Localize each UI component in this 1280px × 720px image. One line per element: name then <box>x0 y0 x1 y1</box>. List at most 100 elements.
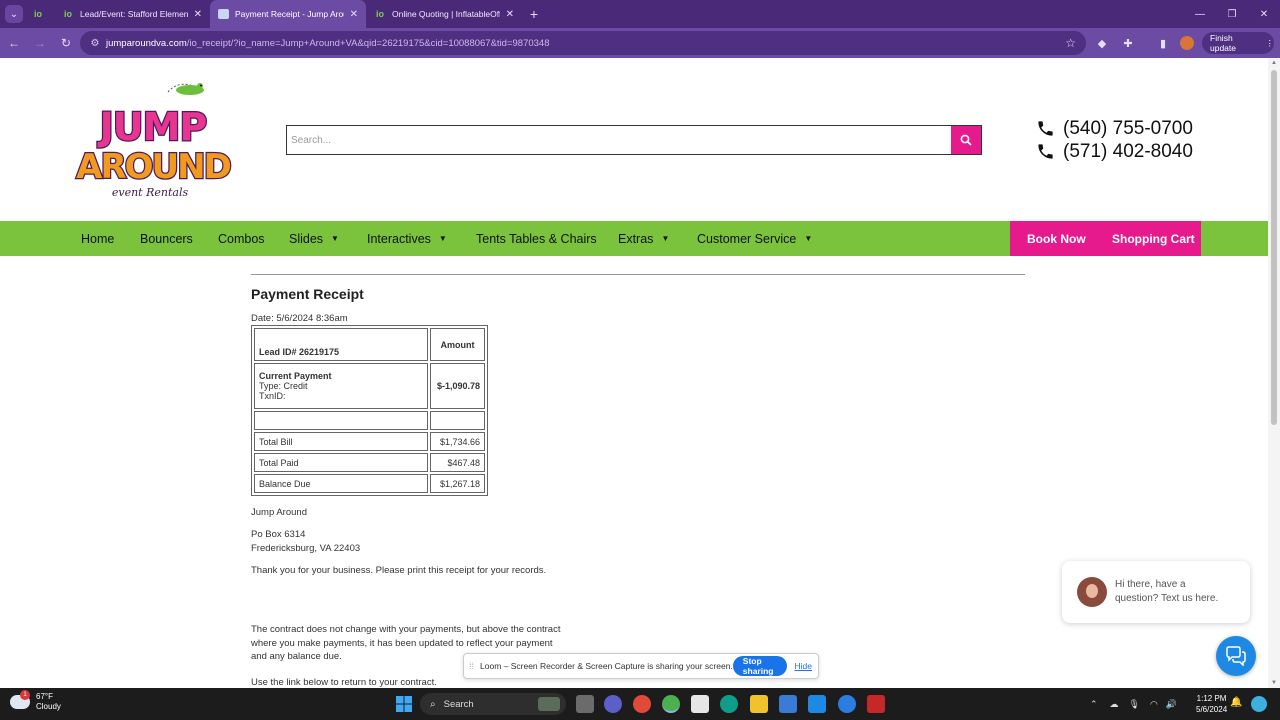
store-icon[interactable] <box>779 695 797 713</box>
snipping-tool-icon[interactable] <box>691 695 709 713</box>
chrome-active-icon[interactable] <box>662 695 680 713</box>
restore-icon[interactable]: ❐ <box>1216 0 1248 28</box>
notification-badge: 1 <box>20 690 30 700</box>
teams-icon[interactable] <box>604 695 622 713</box>
taskbar-search-label: Search <box>443 698 474 710</box>
page-scrollbar[interactable]: ▲ ▼ <box>1268 58 1280 688</box>
logo-tagline: event Rentals <box>112 186 189 199</box>
chat-prompt-bubble[interactable]: Hi there, have a question? Text us here. <box>1062 561 1250 623</box>
weather-widget[interactable]: 1 67°F Cloudy <box>10 690 61 712</box>
task-view-icon[interactable] <box>576 695 594 713</box>
tab-lead-event[interactable]: io Lead/Event: Stafford Elementary ✕ <box>54 0 210 28</box>
onedrive-icon[interactable]: ☁ <box>1110 699 1119 710</box>
phone-numbers: (540) 755-0700 (571) 402-8040 <box>1036 117 1193 163</box>
phone-icon <box>1038 121 1053 136</box>
scrollbar-thumb[interactable] <box>1271 70 1277 425</box>
profile-avatar[interactable] <box>1177 33 1197 53</box>
url-host: jumparoundva.com <box>106 37 187 49</box>
new-tab-button[interactable]: + <box>522 0 546 28</box>
main-navigation: Home Bouncers Combos Slides ▼ Interactive… <box>0 221 1268 256</box>
system-tray: ⌃ ☁ 🎙 ◠ 🔊 <box>1090 688 1177 720</box>
file-explorer-icon[interactable] <box>750 695 768 713</box>
table-row: Balance Due $1,267.18 <box>254 474 485 493</box>
hide-link[interactable]: Hide <box>795 661 812 671</box>
forward-icon[interactable]: → <box>28 31 52 55</box>
reload-icon[interactable]: ↻ <box>54 31 78 55</box>
nav-combos[interactable]: Combos <box>218 221 265 256</box>
microphone-icon[interactable]: 🎙 <box>1129 699 1140 710</box>
back-icon[interactable]: ← <box>2 31 26 55</box>
phone-line-1[interactable]: (540) 755-0700 <box>1036 117 1193 140</box>
pinned-tab[interactable]: io <box>28 0 54 28</box>
extension-icon[interactable]: ◆ <box>1092 33 1112 53</box>
app-icon[interactable] <box>808 695 826 713</box>
address-line-2: Fredericksburg, VA 22403 <box>251 543 361 554</box>
help-icon[interactable] <box>838 695 856 713</box>
nav-home[interactable]: Home <box>81 221 114 256</box>
current-payment-cell: Current Payment Type: Credit TxnID: <box>254 363 428 409</box>
jump-around-logo[interactable]: JUMP AROUND event Rentals <box>72 80 234 202</box>
nav-extras[interactable]: Extras ▼ <box>618 221 669 256</box>
copilot-icon[interactable] <box>1251 696 1267 712</box>
site-search-input[interactable] <box>287 126 951 154</box>
clock-time: 1:12 PM <box>1196 694 1227 703</box>
nav-tents[interactable]: Tents Tables & Chairs <box>476 221 597 256</box>
bookmark-star-icon[interactable]: ☆ <box>1065 36 1076 50</box>
chat-prompt-text: Hi there, have a question? Text us here. <box>1115 578 1218 606</box>
close-icon[interactable]: ✕ <box>506 9 514 20</box>
site-search-button[interactable] <box>951 126 981 154</box>
nav-customer-service[interactable]: Customer Service ▼ <box>697 221 812 256</box>
total-paid-label: Total Paid <box>254 453 428 472</box>
close-icon[interactable]: ✕ <box>350 9 358 20</box>
chevron-up-icon[interactable]: ⌃ <box>1090 699 1098 710</box>
nav-interactives[interactable]: Interactives ▼ <box>367 221 447 256</box>
system-clock[interactable]: 1:12 PM 5/6/2024 <box>1196 693 1227 715</box>
nav-bouncers[interactable]: Bouncers <box>140 221 193 256</box>
address-line-1: Po Box 6314 <box>251 529 306 540</box>
tab-search-button[interactable]: ⌄ <box>0 0 28 28</box>
logo-line2: AROUND <box>76 147 230 187</box>
nav-slides[interactable]: Slides ▼ <box>289 221 339 256</box>
phone-number: (571) 402-8040 <box>1063 140 1193 162</box>
tab-title: Payment Receipt - Jump Around <box>235 9 344 19</box>
chrome-icon[interactable] <box>633 695 651 713</box>
chat-bubbles-icon <box>1226 646 1246 666</box>
close-icon[interactable]: ✕ <box>194 9 202 20</box>
contract-note-line-1: The contract does not change with your p… <box>251 624 561 635</box>
tab-title: Lead/Event: Stafford Elementary <box>80 9 188 19</box>
minimize-icon[interactable]: — <box>1184 0 1216 28</box>
contract-note-line-2: where you make payments, it has been upd… <box>251 638 553 649</box>
puzzle-icon[interactable]: ✚ <box>1118 33 1138 53</box>
current-payment-amount: $-1,090.78 <box>430 363 485 409</box>
table-row: Total Bill $1,734.66 <box>254 432 485 451</box>
nav-label: Customer Service <box>697 231 797 246</box>
windows-start-icon[interactable] <box>396 696 412 712</box>
url-text: jumparoundva.com/io_receipt/?io_name=Jum… <box>106 38 550 49</box>
chat-open-button[interactable] <box>1216 636 1256 676</box>
edge-icon[interactable] <box>720 695 738 713</box>
notification-bell-icon[interactable]: 🔔 <box>1230 697 1242 708</box>
nav-label: Bouncers <box>140 231 193 246</box>
tab-payment-receipt[interactable]: Payment Receipt - Jump Around ✕ <box>210 0 366 28</box>
drag-handle-icon[interactable]: ⁞⁞ <box>469 661 474 671</box>
screen-sharing-bar: ⁞⁞ Loom – Screen Recorder & Screen Captu… <box>463 653 819 679</box>
mcafee-icon[interactable] <box>867 695 885 713</box>
taskbar-search[interactable]: ⌕ Search <box>420 693 566 715</box>
wifi-icon[interactable]: ◠ <box>1150 699 1158 710</box>
close-window-icon[interactable]: ✕ <box>1248 0 1280 28</box>
total-bill-label: Total Bill <box>254 432 428 451</box>
phone-line-2[interactable]: (571) 402-8040 <box>1036 140 1193 163</box>
table-row <box>254 411 485 430</box>
address-bar[interactable]: ⚙ jumparoundva.com/io_receipt/?io_name=J… <box>80 31 1086 55</box>
volume-icon[interactable]: 🔊 <box>1166 699 1177 710</box>
agent-avatar <box>1077 577 1107 607</box>
weather-condition: Cloudy <box>36 702 61 711</box>
site-info-icon[interactable]: ⚙ <box>84 38 106 49</box>
inflatableoffice-icon: io <box>64 9 72 19</box>
side-panel-icon[interactable]: ▮ <box>1153 33 1173 53</box>
stop-sharing-button[interactable]: Stop sharing <box>732 656 787 676</box>
tab-online-quoting[interactable]: io Online Quoting | InflatableOffice ✕ <box>366 0 522 28</box>
shopping-cart-button[interactable]: Shopping Cart <box>1112 232 1195 246</box>
book-now-button[interactable]: Book Now <box>1027 232 1086 246</box>
finish-update-button[interactable]: Finish update ⋮ <box>1202 32 1274 54</box>
